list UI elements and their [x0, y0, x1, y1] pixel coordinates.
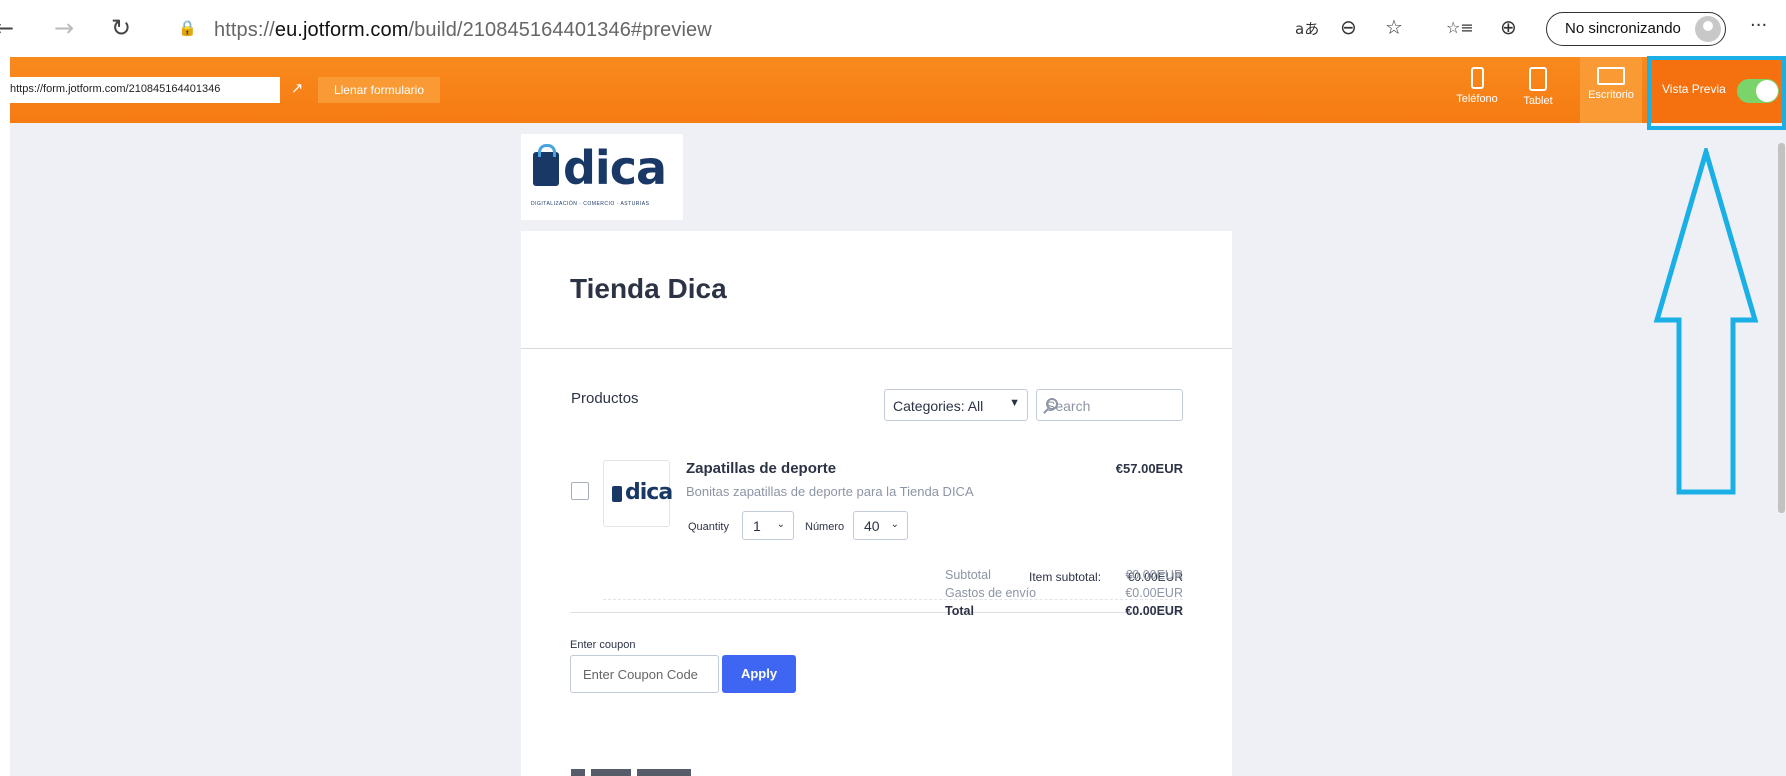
subtotal-label: Subtotal [945, 568, 991, 582]
url-scheme: https:// [214, 19, 275, 41]
chevron-down-icon: ⌄ [890, 519, 899, 530]
form-card: Tienda Dica Productos Categories: All ▼ … [521, 231, 1232, 776]
device-tablet-button[interactable]: Tablet [1510, 57, 1566, 123]
desktop-icon [1597, 67, 1625, 85]
device-label: Teléfono [1456, 93, 1498, 105]
product-name: Zapatillas de deporte [686, 460, 837, 477]
products-label: Productos [571, 390, 639, 407]
read-aloud-icon[interactable]: aあ [1295, 18, 1319, 39]
favorites-icon[interactable]: ☆≡ [1446, 18, 1474, 37]
coupon-input[interactable]: Enter Coupon Code [570, 655, 719, 693]
apply-coupon-button[interactable]: Apply [722, 655, 796, 693]
highlight-box [1647, 56, 1786, 130]
total-value: €0.00EUR [1125, 604, 1183, 618]
sync-status-label: No sincronizando [1565, 20, 1681, 37]
form-url-text: https://form.jotform.com/210845164401346 [10, 83, 221, 95]
logo-subtitle: DIGITALIZACIÓN · COMERCIO · ASTURIAS [531, 201, 650, 207]
dashed-divider [603, 599, 1183, 600]
size-number-value: 40 [864, 518, 880, 534]
quantity-value: 1 [753, 518, 761, 534]
shipping-value: €0.00EUR [1125, 586, 1183, 600]
tablet-icon [1529, 67, 1547, 91]
product-image: dica [603, 460, 673, 527]
up-arrow-shape [1653, 148, 1759, 495]
address-bar[interactable]: 🔒 https://eu.jotform.com/build/210845164… [172, 11, 1427, 47]
shopping-bag-icon [533, 144, 559, 186]
browser-toolbar: ← → ↻ 🔒 https://eu.jotform.com/build/210… [0, 0, 1786, 57]
forward-icon[interactable]: → [54, 13, 74, 43]
chevron-down-icon: ⌄ [776, 519, 785, 530]
lock-icon[interactable]: 🔒 [178, 19, 197, 37]
fill-form-button[interactable]: Llenar formulario [318, 77, 440, 103]
form-logo: dica DIGITALIZACIÓN · COMERCIO · ASTURIA… [521, 134, 683, 220]
device-label: Tablet [1523, 95, 1553, 107]
preview-toolbar: https://form.jotform.com/210845164401346… [10, 57, 1786, 123]
divider [521, 348, 1232, 349]
add-favorite-icon[interactable]: ☆ [1385, 15, 1403, 39]
logo-text: dica [563, 141, 667, 195]
form-title: Tienda Dica [570, 273, 727, 304]
product-search-input[interactable]: Search [1036, 389, 1183, 421]
refresh-icon[interactable]: ↻ [111, 13, 131, 43]
chevron-down-icon: ▼ [1009, 397, 1020, 409]
up-arrow-annotation [1653, 148, 1759, 495]
scrollbar-thumb[interactable] [1778, 143, 1785, 513]
product-description: Bonitas zapatillas de deporte para la Ti… [686, 484, 974, 499]
external-link-icon[interactable]: ↗ [287, 79, 307, 99]
url-text: https://eu.jotform.com/build/21084516440… [214, 19, 712, 42]
zoom-out-icon[interactable]: ⊖ [1340, 15, 1357, 39]
form-url-field[interactable]: https://form.jotform.com/210845164401346 [10, 77, 280, 103]
profile-avatar-icon [1695, 16, 1721, 42]
device-label: Escritorio [1588, 89, 1634, 101]
quantity-label: Quantity [688, 521, 729, 533]
item-subtotal-label: Item subtotal: [1029, 570, 1102, 584]
number-label: Número [805, 521, 845, 533]
quantity-select[interactable]: 1 ⌄ [742, 511, 794, 540]
coupon-placeholder: Enter Coupon Code [583, 667, 698, 682]
divider [570, 612, 1183, 613]
size-number-select[interactable]: 40 ⌄ [853, 511, 908, 540]
device-desktop-button[interactable]: Escritorio [1580, 57, 1642, 123]
collections-icon[interactable]: ⊕ [1500, 15, 1517, 39]
product-checkbox[interactable] [571, 482, 589, 500]
category-select-value: Categories: All [893, 398, 984, 414]
profile-sync-button[interactable]: No sincronizando [1546, 12, 1726, 46]
coupon-label: Enter coupon [570, 639, 636, 651]
back-icon[interactable]: ← [0, 13, 14, 43]
device-phone-button[interactable]: Teléfono [1446, 57, 1508, 123]
url-host: eu.jotform.com [274, 19, 409, 41]
next-field-label [571, 769, 691, 776]
more-icon[interactable]: ··· [1750, 15, 1767, 36]
shopping-bag-icon [612, 486, 622, 502]
shipping-label: Gastos de envío [945, 586, 1037, 600]
category-select[interactable]: Categories: All ▼ [884, 389, 1028, 421]
phone-icon [1470, 67, 1484, 89]
product-image-text: dica [625, 480, 673, 505]
url-path: /build/210845164401346#preview [408, 19, 712, 41]
product-price: €57.00EUR [1115, 461, 1183, 476]
subtotal-value: €0.00EUR [1125, 568, 1183, 582]
total-label: Total [945, 604, 974, 618]
search-icon [1046, 398, 1058, 410]
